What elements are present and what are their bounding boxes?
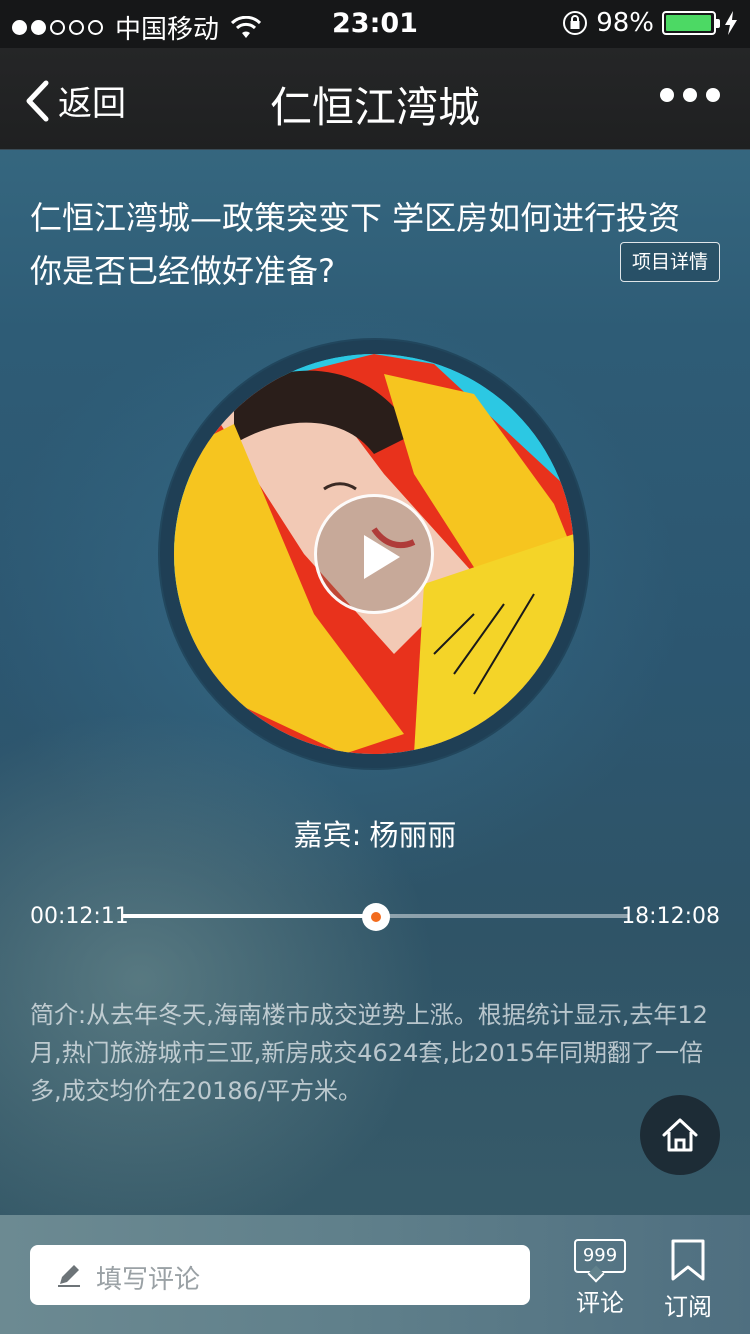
bookmark-icon — [671, 1239, 705, 1281]
play-button[interactable] — [314, 494, 434, 614]
progress-fill — [122, 914, 376, 918]
status-bar: 中国移动 23:01 98% — [0, 0, 750, 48]
battery-percent: 98% — [596, 8, 654, 38]
battery-icon — [662, 11, 720, 35]
more-options-button[interactable] — [660, 88, 720, 102]
comments-label: 评论 — [576, 1289, 624, 1317]
charging-icon — [725, 11, 737, 35]
project-detail-button[interactable]: 项目详情 — [620, 242, 720, 282]
comment-input[interactable]: 填写评论 — [30, 1245, 530, 1305]
subscribe-label: 订阅 — [664, 1293, 712, 1321]
navigation-bar: 返回 仁恒江湾城 — [0, 48, 750, 150]
comments-button[interactable]: 999 评论 — [572, 1239, 628, 1318]
rotation-lock-icon — [563, 11, 588, 35]
bottom-toolbar: 填写评论 999 评论 订阅 — [0, 1215, 750, 1334]
comment-count-badge: 999 — [574, 1239, 626, 1273]
guest-info: 嘉宾: 杨丽丽 — [0, 812, 750, 854]
subscribe-button[interactable]: 订阅 — [660, 1239, 716, 1322]
more-icon — [660, 88, 674, 102]
home-button[interactable] — [640, 1095, 720, 1175]
guest-label: 嘉宾: — [293, 818, 362, 852]
comment-placeholder: 填写评论 — [96, 1265, 201, 1295]
current-time: 00:12:11 — [30, 904, 129, 929]
home-icon — [662, 1118, 698, 1152]
progress-handle[interactable] — [361, 903, 390, 931]
status-right: 98% — [562, 8, 738, 38]
intro-text: 简介:从去年冬天,海南楼市成交逆势上涨。根据统计显示,去年12月,热门旅游城市三… — [30, 1001, 708, 1105]
total-time: 18:12:08 — [621, 904, 720, 929]
play-icon — [364, 535, 400, 579]
article-headline: 仁恒江湾城—政策突变下 学区房如何进行投资 你是否已经做好准备? — [30, 199, 681, 290]
pencil-icon — [58, 1265, 80, 1287]
page-title: 仁恒江湾城 — [269, 83, 480, 132]
guest-name: 杨丽丽 — [369, 818, 457, 852]
